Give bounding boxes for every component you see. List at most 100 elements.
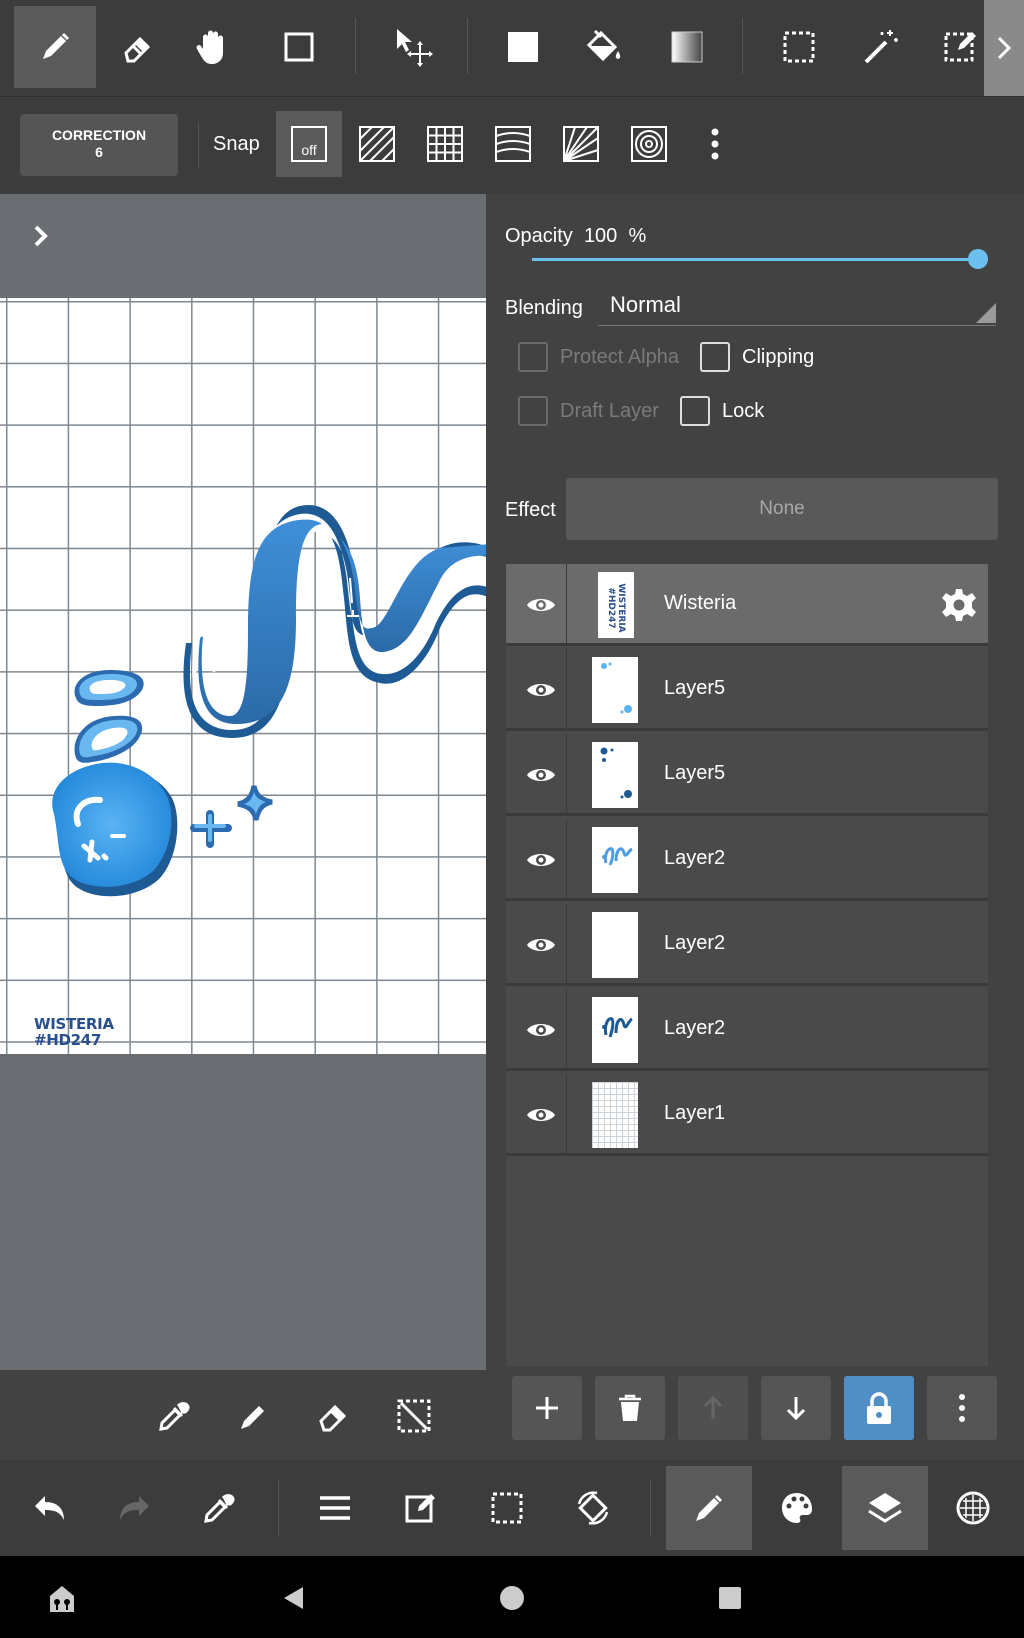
move-icon (397, 29, 433, 67)
eyedropper-button[interactable] (176, 1466, 262, 1550)
expand-panel-button[interactable] (30, 222, 52, 250)
snap-grid-icon (427, 126, 463, 162)
layer-visibility-toggle[interactable] (516, 920, 566, 970)
selection-button[interactable] (464, 1466, 550, 1550)
snap-radial-button[interactable] (548, 111, 614, 177)
layer-row[interactable]: Layer1 (506, 1074, 988, 1156)
layer-visibility-toggle[interactable] (516, 580, 566, 630)
hand-icon (196, 30, 223, 64)
layer-row[interactable]: Layer2 (506, 989, 988, 1071)
move-layer-down-button[interactable] (761, 1376, 831, 1440)
lock-checkbox[interactable]: Lock (680, 396, 764, 426)
quick-eyedropper-button[interactable] (146, 1388, 202, 1444)
chevron-right-icon (997, 36, 1012, 60)
draft-layer-checkbox[interactable]: Draft Layer (518, 396, 659, 426)
layer-row[interactable]: Layer5 (506, 649, 988, 731)
layers-panel-button[interactable] (842, 1466, 928, 1550)
add-layer-button[interactable] (512, 1376, 582, 1440)
quick-pen-button[interactable] (226, 1388, 282, 1444)
brush-panel-button[interactable] (666, 1466, 752, 1550)
undo-button[interactable] (6, 1466, 92, 1550)
protect-alpha-checkbox[interactable]: Protect Alpha (518, 342, 679, 372)
more-vertical-icon (711, 128, 719, 160)
snap-parallel-button[interactable] (344, 111, 410, 177)
edit-button[interactable] (378, 1466, 464, 1550)
layer-thumbnail: WISTERIA #HD247 (598, 572, 634, 638)
pen-tool-button[interactable] (14, 6, 96, 88)
effect-button[interactable]: None (566, 478, 998, 540)
menu-button[interactable] (292, 1466, 378, 1550)
snap-off-button[interactable]: off (276, 111, 342, 177)
eyedropper-icon (159, 1402, 190, 1431)
quick-deselect-button[interactable] (386, 1388, 442, 1444)
drawing-canvas[interactable]: WISTERIA #HD247 (0, 298, 486, 1054)
gradient-tool-button[interactable] (646, 6, 728, 88)
bucket-tool-button[interactable] (562, 6, 644, 88)
move-tool-button[interactable] (372, 6, 454, 88)
snap-grid-button[interactable] (412, 111, 478, 177)
opacity-slider-track[interactable] (532, 258, 978, 261)
layer-thumbnail (592, 997, 638, 1063)
layer-row[interactable]: Layer2 (506, 904, 988, 986)
checkbox-box (700, 342, 730, 372)
shape-tool-button[interactable] (258, 6, 340, 88)
layer-row[interactable]: Layer5 (506, 734, 988, 816)
fill-tool-button[interactable] (482, 6, 564, 88)
snap-circle-button[interactable] (616, 111, 682, 177)
layer-name: Layer2 (664, 847, 726, 869)
move-layer-up-button[interactable] (678, 1376, 748, 1440)
select-rect-tool-button[interactable] (758, 6, 840, 88)
eye-icon (527, 939, 555, 951)
material-button[interactable] (930, 1466, 1016, 1550)
color-panel-button[interactable] (754, 1466, 840, 1550)
canvas-area[interactable]: WISTERIA #HD247 (0, 194, 486, 1370)
layer-divider (566, 734, 567, 816)
delete-layer-button[interactable] (595, 1376, 665, 1440)
redo-button[interactable] (92, 1466, 178, 1550)
eye-icon (527, 1109, 555, 1121)
correction-button[interactable]: CORRECTION 6 (20, 114, 178, 176)
nav-back-button[interactable] (266, 1570, 322, 1626)
nav-recents-button[interactable] (702, 1570, 758, 1626)
layer-divider (566, 1074, 567, 1156)
toolbar-scroll-button[interactable] (984, 0, 1024, 96)
snap-off-icon: off (291, 126, 327, 162)
assistant-button[interactable] (34, 1570, 90, 1626)
layer-more-button[interactable] (927, 1376, 997, 1440)
layer-row[interactable]: Layer2 (506, 819, 988, 901)
deselect-icon (397, 1399, 431, 1433)
quick-eraser-button[interactable] (306, 1388, 362, 1444)
hand-tool-button[interactable] (172, 6, 254, 88)
layer-thumbnail (592, 912, 638, 978)
layer-visibility-toggle[interactable] (516, 1005, 566, 1055)
magic-wand-tool-button[interactable] (840, 6, 922, 88)
layer-visibility-toggle[interactable] (516, 665, 566, 715)
rotate-icon (577, 1491, 609, 1525)
shape-icon (284, 32, 314, 62)
draft-layer-label: Draft Layer (560, 399, 659, 422)
options-more-button[interactable] (682, 111, 748, 177)
hamburger-menu-icon (320, 1496, 350, 1520)
layer-visibility-toggle[interactable] (516, 750, 566, 800)
recents-square-icon (719, 1587, 741, 1609)
eye-icon (527, 1024, 555, 1036)
layer-row[interactable]: WISTERIA #HD247 Wisteria (506, 564, 988, 646)
clipping-checkbox[interactable]: Clipping (700, 342, 814, 372)
quick-tools-bar (118, 1370, 486, 1460)
layer-visibility-toggle[interactable] (516, 1090, 566, 1140)
opacity-slider-thumb[interactable] (968, 249, 988, 269)
edit-icon (405, 1494, 435, 1523)
chevron-right-icon (34, 225, 48, 247)
snap-curve-button[interactable] (480, 111, 546, 177)
nav-home-button[interactable] (484, 1570, 540, 1626)
layer-settings-button[interactable] (938, 584, 980, 626)
layer-actions-bar (486, 1370, 1024, 1460)
layer-name: Wisteria (664, 592, 737, 614)
blending-dropdown[interactable]: Normal (598, 286, 996, 326)
lock-layer-button[interactable] (844, 1376, 914, 1440)
toolbar-separator (467, 18, 468, 74)
rotate-canvas-button[interactable] (550, 1466, 636, 1550)
eraser-tool-button[interactable] (96, 6, 178, 88)
layer-visibility-toggle[interactable] (516, 835, 566, 885)
layer-thumbnail (592, 742, 638, 808)
